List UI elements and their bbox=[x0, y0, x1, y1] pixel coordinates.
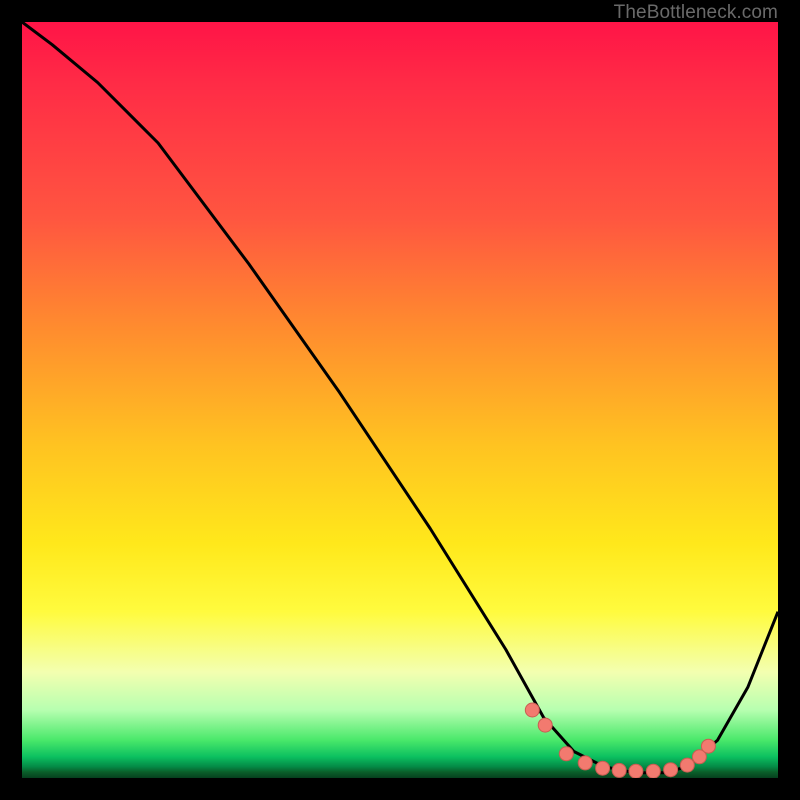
trough-marker-dot bbox=[559, 747, 573, 761]
trough-marker-group bbox=[525, 703, 715, 778]
trough-marker-dot bbox=[578, 756, 592, 770]
trough-marker-dot bbox=[701, 739, 715, 753]
bottleneck-curve-line bbox=[22, 22, 778, 773]
attribution-text: TheBottleneck.com bbox=[614, 2, 778, 24]
trough-marker-dot bbox=[646, 764, 660, 778]
trough-marker-dot bbox=[538, 718, 552, 732]
trough-marker-dot bbox=[525, 703, 539, 717]
trough-marker-dot bbox=[612, 763, 626, 777]
trough-marker-dot bbox=[596, 761, 610, 775]
trough-marker-dot bbox=[680, 758, 694, 772]
trough-marker-dot bbox=[629, 764, 643, 778]
trough-marker-dot bbox=[664, 763, 678, 777]
curve-overlay-svg bbox=[22, 22, 778, 778]
chart-figure: TheBottleneck.com bbox=[0, 0, 800, 800]
plot-area bbox=[22, 22, 778, 778]
